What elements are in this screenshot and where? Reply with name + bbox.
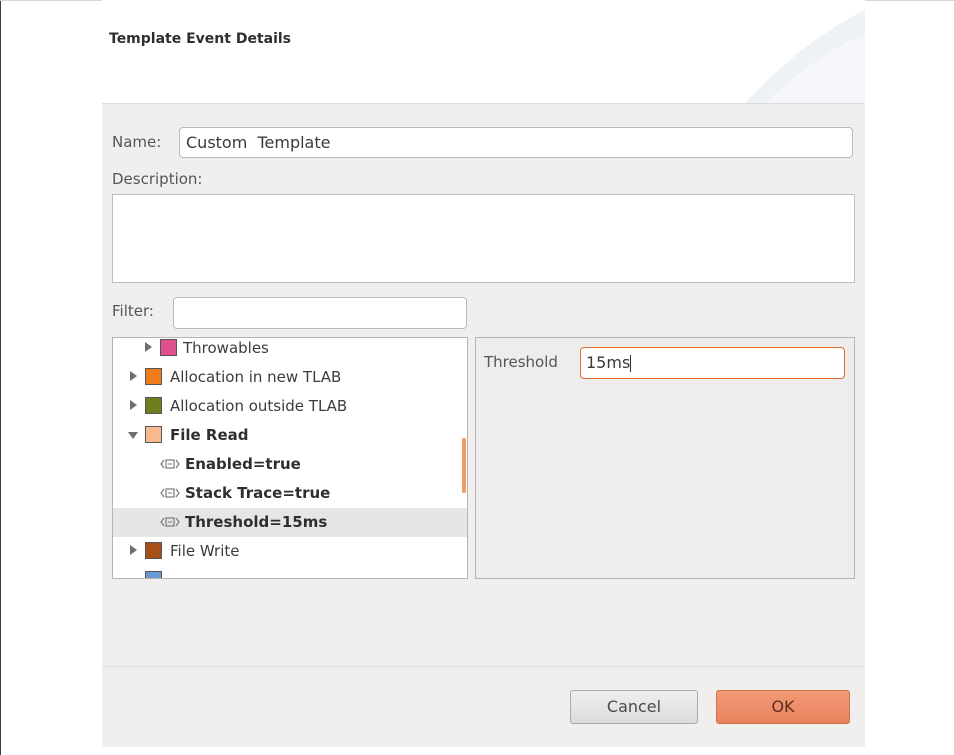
description-label: Description: [112, 170, 203, 188]
name-label: Name: [112, 133, 162, 151]
tree-item-allocation-outside-tlab[interactable]: Allocation outside TLAB [113, 392, 467, 421]
tree-item-label: File Write [170, 542, 240, 560]
template-event-details-dialog: Template Event Details Name: Custom Temp… [102, 0, 865, 747]
cancel-button[interactable]: Cancel [570, 690, 698, 724]
name-input[interactable]: Custom Template [179, 127, 853, 158]
event-setting-panel: Threshold 15ms [475, 337, 855, 579]
setting-icon [160, 517, 180, 527]
setting-icon [160, 459, 180, 469]
tree-item-allocation-new-tlab[interactable]: Allocation in new TLAB [113, 363, 467, 392]
tree-item-partial[interactable] [113, 566, 467, 578]
collapse-arrow-icon[interactable] [128, 432, 138, 439]
tree-item-enabled[interactable]: Enabled=true [113, 450, 467, 479]
tree-item-label: Enabled=true [185, 455, 301, 473]
event-color-swatch [160, 339, 177, 356]
tree-item-file-read[interactable]: File Read [113, 421, 467, 450]
dialog-title: Template Event Details [109, 31, 292, 47]
tree-item-label: Allocation in new TLAB [170, 368, 342, 386]
tree-item-threshold[interactable]: Threshold=15ms [113, 508, 467, 537]
description-textarea[interactable] [112, 194, 855, 283]
threshold-input-value: 15ms [586, 353, 631, 372]
expand-arrow-icon[interactable] [130, 371, 137, 381]
tree-item-label: Stack Trace=true [185, 484, 331, 502]
tree-item-label: Throwables [183, 339, 269, 357]
tree-item-throwables[interactable]: Throwables [113, 338, 467, 363]
tree-scrollbar-thumb[interactable] [462, 438, 466, 493]
tree-item-stack-trace[interactable]: Stack Trace=true [113, 479, 467, 508]
filter-label: Filter: [112, 302, 154, 320]
event-color-swatch [145, 571, 162, 578]
expand-arrow-icon[interactable] [130, 545, 137, 555]
event-color-swatch [145, 368, 162, 385]
name-input-value: Custom Template [186, 133, 331, 152]
threshold-label: Threshold [484, 353, 558, 371]
dialog-header: Template Event Details [102, 0, 865, 104]
ok-button[interactable]: OK [716, 690, 850, 724]
tree-item-file-write[interactable]: File Write [113, 537, 467, 566]
tree-item-label: Threshold=15ms [185, 513, 328, 531]
event-color-swatch [145, 542, 162, 559]
event-color-swatch [145, 426, 162, 443]
header-decoration-icon [745, 10, 865, 103]
event-tree[interactable]: Throwables Allocation in new TLAB Alloca… [112, 337, 468, 579]
window-edge [0, 0, 1, 755]
text-cursor [630, 355, 632, 372]
tree-item-label: File Read [170, 426, 249, 444]
threshold-input[interactable]: 15ms [580, 347, 845, 379]
expand-arrow-icon[interactable] [130, 400, 137, 410]
filter-input[interactable] [173, 297, 467, 329]
expand-arrow-icon[interactable] [145, 342, 152, 352]
tree-item-label: Allocation outside TLAB [170, 397, 348, 415]
footer-separator [102, 666, 865, 667]
event-color-swatch [145, 397, 162, 414]
setting-icon [160, 488, 180, 498]
dialog-body: Name: Custom Template Description: Filte… [102, 104, 865, 747]
